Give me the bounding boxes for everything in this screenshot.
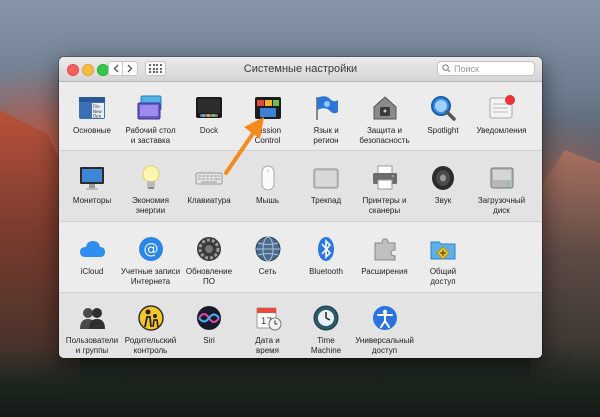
pref-pane-printers[interactable]: Принтеры и сканеры xyxy=(355,163,415,229)
title-bar[interactable]: Системные настройки xyxy=(59,57,542,82)
back-button[interactable] xyxy=(108,61,123,76)
calendar-clock-icon: 17 xyxy=(253,303,283,333)
chevron-left-icon xyxy=(113,64,118,73)
pref-pane-label: Общий доступ xyxy=(429,267,457,286)
pref-pane-parental[interactable]: Родительский контроль xyxy=(121,303,181,358)
keyboard-icon xyxy=(194,163,224,193)
minimize-button[interactable] xyxy=(82,64,94,76)
pref-pane-accessibility[interactable]: Универсальный доступ xyxy=(355,303,415,358)
system-preferences-window: Системные настройки FileNewOpeОсновныеРа… xyxy=(59,57,542,358)
dock-icon xyxy=(194,93,224,123)
pref-pane-update[interactable]: Обновление ПО xyxy=(179,234,239,300)
pref-pane-mouse[interactable]: Мышь xyxy=(238,163,298,229)
pref-pane-desktop[interactable]: Рабочий стол и заставка xyxy=(121,93,181,159)
pref-pane-sharing[interactable]: Общий доступ xyxy=(413,234,473,300)
monitor-icon xyxy=(77,163,107,193)
siri-icon xyxy=(194,303,224,333)
search-input[interactable] xyxy=(454,63,524,74)
bluetooth-icon xyxy=(311,234,341,264)
pref-pane-security[interactable]: Защита и безопасность xyxy=(355,93,415,159)
parental-icon xyxy=(136,303,166,333)
mouse-icon xyxy=(253,163,283,193)
pref-pane-siri[interactable]: Siri xyxy=(179,303,239,358)
pref-pane-keyboard[interactable]: Клавиатура xyxy=(179,163,239,229)
pref-pane-mission[interactable]: Mission Control xyxy=(238,93,298,159)
pref-pane-network[interactable]: Сеть xyxy=(238,234,298,300)
pref-pane-timemachine[interactable]: Time Machine xyxy=(296,303,356,358)
search-icon xyxy=(442,64,451,73)
pref-pane-extensions[interactable]: Расширения xyxy=(355,234,415,300)
at-sign-icon: @ xyxy=(136,234,166,264)
mission-control-icon xyxy=(253,93,283,123)
pref-pane-sound[interactable]: Звук xyxy=(413,163,473,229)
users-icon xyxy=(77,303,107,333)
lightbulb-icon xyxy=(136,163,166,193)
flag-icon xyxy=(311,93,341,123)
desktop-screensaver-icon xyxy=(136,93,166,123)
show-all-button[interactable] xyxy=(145,61,166,76)
svg-text:Ope: Ope xyxy=(93,114,102,119)
pref-pane-label: Универсальный доступ xyxy=(355,336,414,355)
trackpad-icon xyxy=(311,163,341,193)
pref-pane-language[interactable]: Язык и регион xyxy=(296,93,356,159)
disk-icon xyxy=(487,163,517,193)
pref-pane-internet[interactable]: @ Учетные записи Интернета xyxy=(121,234,181,300)
pref-pane-label: Загрузочный диск xyxy=(477,196,526,215)
pref-pane-label: Уведомления xyxy=(476,126,527,135)
cloud-icon xyxy=(77,234,107,264)
pref-pane-dock[interactable]: Dock xyxy=(179,93,239,159)
magnifier-icon xyxy=(428,93,458,123)
puzzle-icon xyxy=(370,234,400,264)
pref-pane-bluetooth[interactable]: Bluetooth xyxy=(296,234,356,300)
pref-pane-displays[interactable]: Мониторы xyxy=(62,163,122,229)
pref-pane-general[interactable]: File New Ope Основные xyxy=(62,93,122,159)
pref-pane-users[interactable]: Пользователи и группы xyxy=(62,303,122,358)
printer-icon xyxy=(370,163,400,193)
speaker-icon xyxy=(428,163,458,193)
svg-text:@: @ xyxy=(143,240,158,258)
time-machine-icon xyxy=(311,303,341,333)
pref-pane-spotlight[interactable]: Spotlight xyxy=(413,93,473,159)
sharing-folder-icon xyxy=(428,234,458,264)
pref-pane-icloud[interactable]: iCloud xyxy=(62,234,122,300)
pref-pane-datetime[interactable]: 17 Дата и время xyxy=(238,303,298,358)
notifications-icon xyxy=(487,93,517,123)
gear-icon xyxy=(194,234,224,264)
accessibility-icon xyxy=(370,303,400,333)
chevron-right-icon xyxy=(127,64,133,73)
grid-icon xyxy=(149,64,162,73)
pref-pane-notifications[interactable]: Уведомления xyxy=(472,93,532,159)
pref-pane-energy[interactable]: Экономия энергии xyxy=(121,163,181,229)
house-lock-icon xyxy=(370,93,400,123)
general-icon: File New Ope xyxy=(77,93,107,123)
pref-pane-trackpad[interactable]: Трекпад xyxy=(296,163,356,229)
search-field[interactable] xyxy=(437,61,535,76)
globe-icon xyxy=(253,234,283,264)
close-button[interactable] xyxy=(67,64,79,76)
forward-button[interactable] xyxy=(123,61,138,76)
pref-pane-startup[interactable]: Загрузочный диск xyxy=(472,163,532,229)
